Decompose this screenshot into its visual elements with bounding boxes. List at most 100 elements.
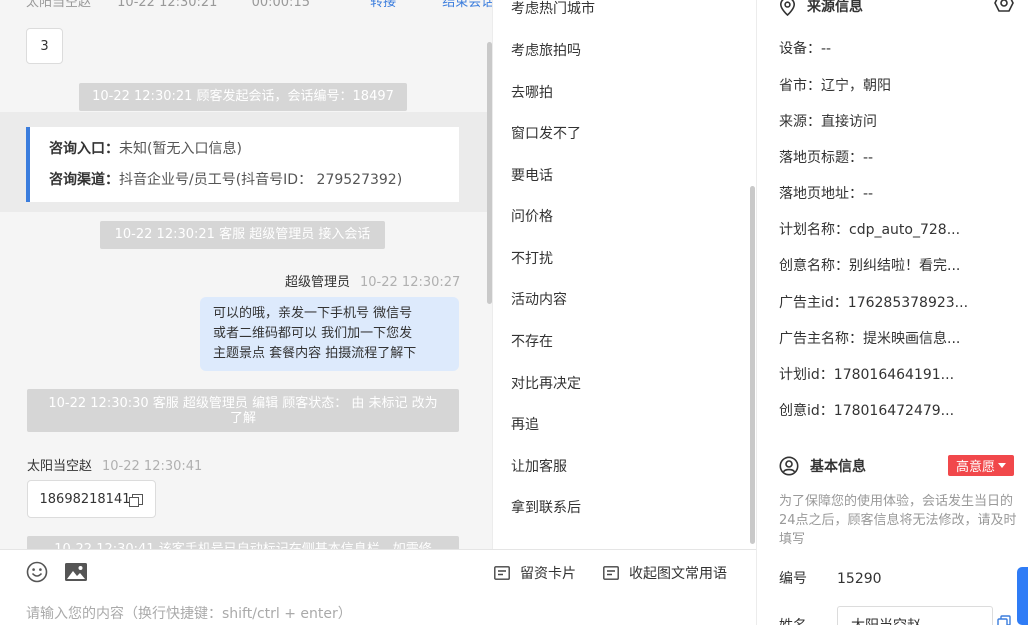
phrase-item[interactable]: 考虑热门城市 <box>511 0 595 18</box>
lead-card-label: 留资卡片 <box>520 566 576 582</box>
phrase-item[interactable]: 不打扰 <box>511 248 553 268</box>
top-message-fragment: 太阳当空赵 10-22 12:30:21 00:00:15 转接 结束会话 <box>26 0 492 10</box>
field-label: 广告主id： <box>779 295 848 311</box>
field-value: 提米映画信息... <box>863 331 961 347</box>
customer-phone-bubble: 18698218141 <box>27 480 156 518</box>
channel-label: 咨询渠道： <box>49 172 119 188</box>
field-label: 来源： <box>779 114 821 130</box>
phrase-item[interactable]: 窗口发不了 <box>511 123 581 143</box>
agent-msg-line: 或者二维码都可以 我们加一下您发 <box>213 326 413 341</box>
basic-field-id: 编号 15290 <box>779 568 882 588</box>
field-label: 计划id： <box>779 367 834 383</box>
phrase-item[interactable]: 要电话 <box>511 165 553 185</box>
agent-msg-time: 10-22 12:30:27 <box>360 275 461 290</box>
field-value: cdp_auto_728... <box>849 222 961 238</box>
intent-dropdown[interactable]: 高意愿 <box>948 455 1014 476</box>
input-divider <box>0 549 757 550</box>
chat-history[interactable]: 太阳当空赵 10-22 12:30:21 00:00:15 转接 结束会话 3 … <box>0 0 492 549</box>
channel-value: 抖音企业号/员工号(抖音号ID： 279527392) <box>119 172 403 188</box>
session-start-notice: 10-22 12:30:21 顾客发起会话，会话编号：18497 <box>79 83 407 111</box>
phrase-item[interactable]: 考虑旅拍吗 <box>511 40 581 60</box>
caret-down-icon <box>998 463 1006 468</box>
agent-name: 超级管理员 <box>285 275 351 290</box>
lead-card-button[interactable]: 留资卡片 <box>494 563 576 583</box>
basic-section-header: 基本信息 <box>779 456 866 476</box>
phrase-item[interactable]: 再追 <box>511 414 539 434</box>
entry-label: 咨询入口： <box>49 141 119 157</box>
agent-sender-line: 超级管理员 10-22 12:30:27 <box>285 271 460 290</box>
agent-msg-line: 主题景点 套餐内容 拍摄流程了解下 <box>213 346 417 361</box>
source-field-landing-title: 落地页标题：-- <box>779 147 873 167</box>
copy-icon[interactable] <box>997 615 1011 625</box>
basic-field-name-label: 姓名 <box>779 615 807 625</box>
source-field-landing-url: 落地页地址：-- <box>779 183 873 203</box>
customer-name-field[interactable]: 太阳当空赵 <box>837 606 993 625</box>
copy-icon[interactable] <box>129 493 144 507</box>
phrase-item[interactable]: 活动内容 <box>511 289 567 309</box>
field-value: 176285378923... <box>847 295 969 311</box>
field-label: 计划名称： <box>779 222 849 238</box>
source-field-creative-id: 创意id：178016472479... <box>779 400 954 420</box>
field-label: 设备： <box>779 41 821 57</box>
collapse-phrases-button[interactable]: 收起图文常用语 <box>603 563 727 583</box>
side-drawer-tab[interactable] <box>1017 567 1028 625</box>
customer-sender-line: 太阳当空赵 10-22 12:30:41 <box>27 455 202 474</box>
customer-reply-bubble: 3 <box>26 28 63 64</box>
collapse-phrases-label: 收起图文常用语 <box>629 566 727 582</box>
agent-msg-line: 可以的哦，亲发一下手机号 微信号 <box>213 306 413 321</box>
end-session-link[interactable]: 结束会话 <box>442 0 492 10</box>
phrase-item[interactable]: 不存在 <box>511 331 553 351</box>
status-edit-line: 10-22 12:30:30 客服 超级管理员 编辑 顾客状态： 由 未标记 改… <box>48 396 438 411</box>
field-value: -- <box>863 186 874 202</box>
field-label: 创意名称： <box>779 258 849 274</box>
phrase-item[interactable]: 拿到联系后 <box>511 497 581 517</box>
entry-info-card: 咨询入口：未知(暂无入口信息) 咨询渠道：抖音企业号/员工号(抖音号ID： 27… <box>26 127 459 202</box>
status-edit-notice: 10-22 12:30:30 客服 超级管理员 编辑 顾客状态： 由 未标记 改… <box>27 389 459 432</box>
transfer-link[interactable]: 转接 <box>370 0 396 10</box>
source-field-creative-name: 创意名称：别纠结啦！看完... <box>779 255 960 275</box>
field-label: 广告主名称： <box>779 331 863 347</box>
phrase-item[interactable]: 去哪拍 <box>511 82 553 102</box>
field-value: 15290 <box>837 571 882 587</box>
field-value: 辽宁，朝阳 <box>821 78 891 94</box>
field-value: 直接访问 <box>821 114 877 130</box>
field-value: 178016464191... <box>833 367 955 383</box>
image-icon[interactable] <box>64 561 88 583</box>
field-value: 178016472479... <box>833 403 955 419</box>
card-icon <box>494 566 510 580</box>
entry-value: 未知(暂无入口信息) <box>119 141 242 157</box>
field-value: -- <box>863 150 874 166</box>
customer-info-panel[interactable]: 来源信息 设备：-- 省市：辽宁，朝阳 来源：直接访问 落地页标题：-- 落地页… <box>757 0 1028 625</box>
source-field-plan-id: 计划id：178016464191... <box>779 364 954 384</box>
user-circle-icon <box>779 456 799 476</box>
field-label: 落地页标题： <box>779 150 863 166</box>
customer-msg-time: 10-22 12:30:41 <box>102 459 203 474</box>
fragment-name: 太阳当空赵 <box>26 0 92 10</box>
basic-title: 基本信息 <box>810 459 866 475</box>
agent-join-notice: 10-22 12:30:21 客服 超级管理员 接入会话 <box>100 221 385 249</box>
message-input[interactable]: 请输入您的内容（换行快捷键：shift/ctrl + enter） <box>26 603 352 623</box>
phrase-item[interactable]: 让加客服 <box>511 456 567 476</box>
fragment-value: 00:00:15 <box>251 0 310 10</box>
auto-mark-notice: 10-22 12:30:41 该客手机号已自动标记在侧基本信息栏，如需修 <box>27 536 459 549</box>
location-pin-icon <box>779 0 796 16</box>
phrase-item[interactable]: 对比再决定 <box>511 373 581 393</box>
source-title: 来源信息 <box>807 0 863 15</box>
quick-phrase-list[interactable]: 考虑热门城市 考虑旅拍吗 去哪拍 窗口发不了 要电话 问价格 不打扰 活动内容 … <box>493 0 756 549</box>
source-field-region: 省市：辽宁，朝阳 <box>779 75 891 95</box>
intent-label: 高意愿 <box>955 460 995 475</box>
customer-phone-text: 18698218141 <box>39 491 131 507</box>
customer-reply-text: 3 <box>40 38 49 54</box>
source-field-device: 设备：-- <box>779 38 831 58</box>
source-field-advertiser-name: 广告主名称：提米映画信息... <box>779 328 960 348</box>
source-section-header: 来源信息 <box>779 0 863 16</box>
phrase-item[interactable]: 问价格 <box>511 206 553 226</box>
phrase-scrollbar[interactable] <box>750 186 755 544</box>
settings-icon[interactable] <box>994 0 1014 12</box>
field-label: 落地页地址： <box>779 186 863 202</box>
fragment-time: 10-22 12:30:21 <box>117 0 218 10</box>
emoji-icon[interactable] <box>26 561 48 583</box>
chat-workspace: 太阳当空赵 10-22 12:30:21 00:00:15 转接 结束会话 3 … <box>0 0 1028 625</box>
source-field-advertiser-id: 广告主id：176285378923... <box>779 292 968 312</box>
customer-name: 太阳当空赵 <box>27 459 93 474</box>
